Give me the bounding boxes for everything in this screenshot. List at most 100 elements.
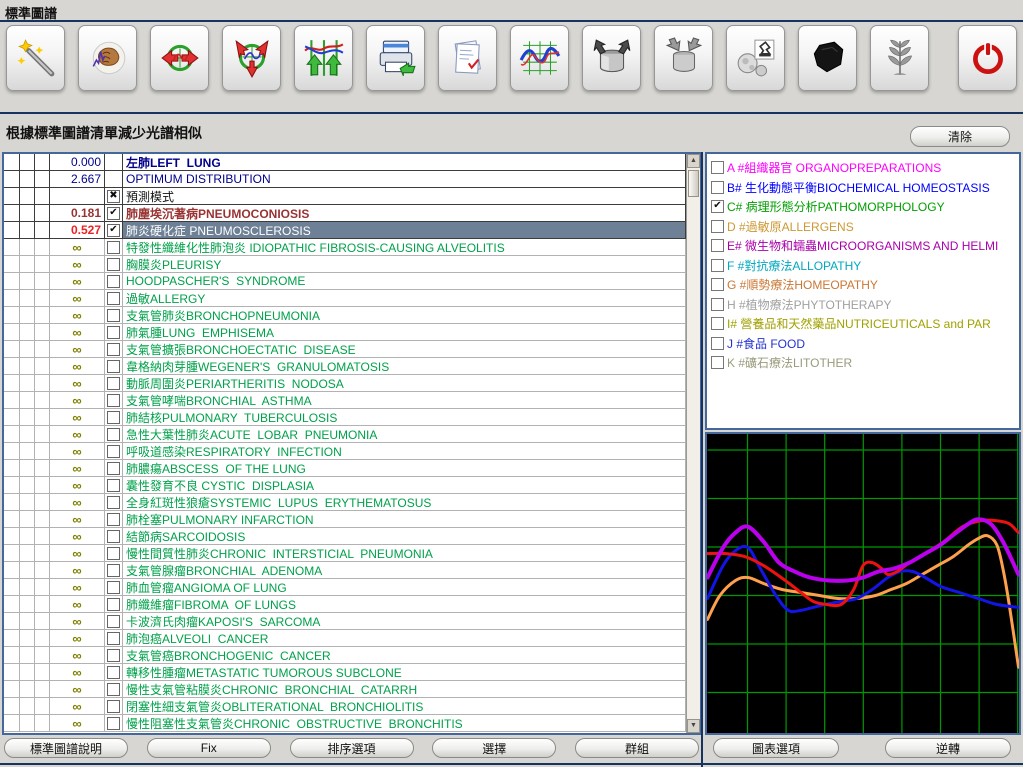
row-checkbox[interactable] — [107, 598, 120, 611]
row-checkbox[interactable] — [107, 309, 120, 322]
row-checkbox[interactable] — [107, 275, 120, 288]
power-button[interactable] — [958, 25, 1017, 91]
category-checkbox[interactable] — [711, 298, 724, 311]
row-checkbox[interactable]: ✔ — [107, 207, 120, 220]
list-row[interactable]: ∞結節病SARCOIDOSIS — [4, 528, 686, 545]
brain-analysis-button[interactable] — [78, 25, 137, 91]
list-row[interactable]: ∞肺栓塞PULMONARY INFARCTION — [4, 511, 686, 528]
fix-button[interactable]: Fix — [147, 738, 271, 758]
category-item-k[interactable]: K #礦石療法LITOTHER — [709, 353, 1017, 373]
list-row[interactable]: ∞肺氣腫LUNG EMPHISEMA — [4, 324, 686, 341]
list-row[interactable]: ∞肺結核PULMONARY TUBERCULOSIS — [4, 409, 686, 426]
compare-spectrum-button[interactable] — [150, 25, 209, 91]
list-row[interactable]: ∞肺膿瘍ABSCESS OF THE LUNG — [4, 460, 686, 477]
list-row[interactable]: ∞肺纖維瘤FIBROMA OF LUNGS — [4, 596, 686, 613]
category-item-c[interactable]: ✔C# 病理形態分析PATHOMORPHOLOGY — [709, 197, 1017, 217]
list-row[interactable]: ∞轉移性腫瘤METASTATIC TUMOROUS SUBCLONE — [4, 664, 686, 681]
list-row[interactable]: ∞肺血管瘤ANGIOMA OF LUNG — [4, 579, 686, 596]
group-button[interactable]: 群組 — [575, 738, 699, 758]
category-checkbox[interactable] — [711, 239, 724, 252]
category-checkbox[interactable] — [711, 161, 724, 174]
row-checkbox[interactable] — [107, 394, 120, 407]
row-checkbox[interactable] — [107, 479, 120, 492]
row-checkbox[interactable] — [107, 462, 120, 475]
chart-options-button[interactable]: 圖表選項 — [713, 738, 839, 758]
row-checkbox[interactable] — [107, 683, 120, 696]
category-checkbox[interactable] — [711, 220, 724, 233]
row-checkbox[interactable] — [107, 496, 120, 509]
row-checkbox[interactable] — [107, 615, 120, 628]
list-row[interactable]: ∞全身紅斑性狼瘡SYSTEMIC LUPUS ERYTHEMATOSUS — [4, 494, 686, 511]
list-row[interactable]: ∞慢性阻塞性支氣管炎CHRONIC OBSTRUCTIVE BRONCHITIS — [4, 715, 686, 732]
category-item-e[interactable]: E# 微生物和蠕蟲MICROORGANISMS AND HELMI — [709, 236, 1017, 256]
category-checkbox[interactable] — [711, 356, 724, 369]
row-checkbox[interactable]: ✔ — [107, 224, 120, 237]
graph-button[interactable] — [510, 25, 569, 91]
list-row[interactable]: ∞支氣管擴張BRONCHOECTATIC DISEASE — [4, 341, 686, 358]
row-checkbox[interactable] — [107, 700, 120, 713]
list-row[interactable]: ∞過敏ALLERGY — [4, 290, 686, 307]
list-row[interactable]: 0.000左肺LEFT LUNG — [4, 154, 686, 171]
category-item-d[interactable]: D #過敏原ALLERGENS — [709, 217, 1017, 237]
category-item-f[interactable]: F #對抗療法ALLOPATHY — [709, 256, 1017, 276]
row-checkbox[interactable] — [107, 343, 120, 356]
category-checkbox[interactable]: ✔ — [711, 200, 724, 213]
list-row[interactable]: 2.667OPTIMUM DISTRIBUTION — [4, 171, 686, 188]
category-item-h[interactable]: H #植物療法PHYTOTHERAPY — [709, 295, 1017, 315]
list-row[interactable]: ∞呼吸道感染RESPIRATORY INFECTION — [4, 443, 686, 460]
row-checkbox[interactable] — [107, 445, 120, 458]
category-item-a[interactable]: A #組織器官 ORGANOPREPARATIONS — [709, 158, 1017, 178]
notes-button[interactable] — [438, 25, 497, 91]
row-checkbox[interactable] — [107, 428, 120, 441]
row-checkbox[interactable] — [107, 666, 120, 679]
row-checkbox[interactable] — [107, 547, 120, 560]
list-row[interactable]: ∞慢性間質性肺炎CHRONIC INTERSTICIAL PNEUMONIA — [4, 545, 686, 562]
list-row[interactable]: ∞急性大葉性肺炎ACUTE LOBAR PNEUMONIA — [4, 426, 686, 443]
phyto-button[interactable] — [870, 25, 929, 91]
scrollbar-track[interactable] — [687, 197, 700, 719]
clear-button[interactable]: 清除 — [910, 126, 1010, 147]
list-row[interactable]: ∞閉塞性細支氣管炎OBLITERATIONAL BRONCHIOLITIS — [4, 698, 686, 715]
list-row[interactable]: ∞卡波濟氏肉瘤KAPOSI'S SARCOMA — [4, 613, 686, 630]
row-checkbox[interactable] — [107, 258, 120, 271]
container-in-button[interactable] — [582, 25, 641, 91]
category-item-j[interactable]: J #食品 FOOD — [709, 334, 1017, 354]
list-row[interactable]: 0.527✔肺炎硬化症 PNEUMOSCLEROSIS — [4, 222, 686, 239]
merge-spectrum-button[interactable] — [222, 25, 281, 91]
invert-button[interactable]: 逆轉 — [885, 738, 1011, 758]
category-item-b[interactable]: B# 生化動態平衡BIOCHEMICAL HOMEOSTASIS — [709, 178, 1017, 198]
category-checkbox[interactable] — [711, 337, 724, 350]
category-checkbox[interactable] — [711, 317, 724, 330]
list-scrollbar[interactable]: ▲ ▼ — [686, 154, 700, 733]
row-checkbox[interactable] — [107, 564, 120, 577]
row-checkbox[interactable] — [107, 241, 120, 254]
row-checkbox[interactable]: ✖ — [107, 190, 120, 203]
row-checkbox[interactable] — [107, 649, 120, 662]
list-row[interactable]: ∞支氣管肺炎BRONCHOPNEUMONIA — [4, 307, 686, 324]
list-row[interactable]: ∞支氣管腺瘤BRONCHIAL ADENOMA — [4, 562, 686, 579]
row-checkbox[interactable] — [107, 717, 120, 730]
category-item-i[interactable]: I# 營養品和天然藥品NUTRICEUTICALS and PAR — [709, 314, 1017, 334]
select-button[interactable]: 選擇 — [432, 738, 556, 758]
list-row[interactable]: 0.181✔肺塵埃沉著病PNEUMOCONIOSIS — [4, 205, 686, 222]
scrollbar-thumb[interactable] — [688, 170, 699, 197]
microscope-button[interactable] — [726, 25, 785, 91]
row-checkbox[interactable] — [107, 411, 120, 424]
category-checkbox[interactable] — [711, 259, 724, 272]
category-checkbox[interactable] — [711, 278, 724, 291]
list-row[interactable]: ∞韋格納肉芽腫WEGENER'S GRANULOMATOSIS — [4, 358, 686, 375]
list-row[interactable]: ∞動脈周圍炎PERIARTHERITIS NODOSA — [4, 375, 686, 392]
row-checkbox[interactable] — [107, 513, 120, 526]
container-out-button[interactable] — [654, 25, 713, 91]
atlas-help-button[interactable]: 標準圖譜說明 — [4, 738, 128, 758]
category-item-g[interactable]: G #順勢療法HOMEOPATHY — [709, 275, 1017, 295]
scrollbar-down-button[interactable]: ▼ — [687, 719, 700, 733]
list-row[interactable]: ∞囊性發育不良 CYSTIC DISPLASIA — [4, 477, 686, 494]
row-checkbox[interactable] — [107, 360, 120, 373]
list-row[interactable]: ∞支氣管癌BRONCHOGENIC CANCER — [4, 647, 686, 664]
row-checkbox[interactable] — [107, 326, 120, 339]
magic-wand-button[interactable] — [6, 25, 65, 91]
sort-options-button[interactable]: 排序選項 — [290, 738, 414, 758]
scrollbar-up-button[interactable]: ▲ — [687, 154, 700, 168]
row-checkbox[interactable] — [107, 632, 120, 645]
